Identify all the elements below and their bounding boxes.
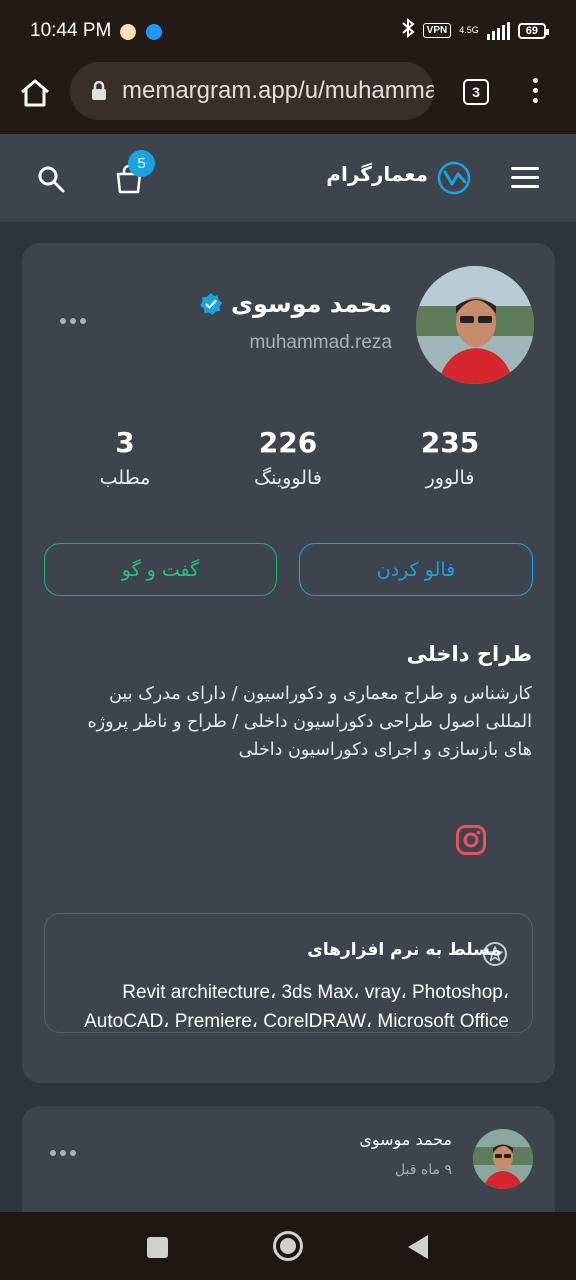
followers-count: 235 bbox=[420, 426, 480, 459]
post-author-name[interactable]: محمد موسوی bbox=[359, 1130, 452, 1149]
posts-label: مطلب bbox=[99, 467, 151, 489]
status-indicators: VPN 4.5G 69 bbox=[401, 17, 550, 43]
followers-label: فالوور bbox=[425, 467, 475, 489]
bluetooth-icon bbox=[401, 17, 415, 43]
bio-title: طراح داخلی bbox=[406, 642, 532, 666]
following-label: فالووینگ bbox=[254, 467, 322, 489]
home-icon[interactable] bbox=[18, 76, 52, 110]
site-header: 5 معمارگرام bbox=[0, 134, 576, 222]
home-button[interactable] bbox=[273, 1231, 303, 1261]
address-bar[interactable]: memargram.app/u/muhammad.reza bbox=[70, 62, 434, 120]
search-icon[interactable] bbox=[36, 164, 66, 194]
back-button[interactable] bbox=[408, 1235, 428, 1259]
url-text: memargram.app/u/muhammad.reza bbox=[122, 77, 434, 104]
instagram-icon[interactable] bbox=[455, 824, 487, 856]
signal-icon bbox=[486, 21, 510, 40]
profile-avatar[interactable] bbox=[416, 266, 534, 384]
stat-following[interactable]: 226 فالووینگ bbox=[213, 426, 363, 489]
site-logo-text[interactable]: معمارگرام bbox=[326, 162, 428, 186]
posts-count: 3 bbox=[115, 426, 135, 459]
chat-button[interactable]: گفت و گو bbox=[44, 543, 277, 596]
battery-indicator: 69 bbox=[517, 22, 550, 39]
post-timestamp: ۹ ماه قبل bbox=[394, 1162, 452, 1178]
browser-menu-icon[interactable] bbox=[527, 78, 543, 106]
system-nav-bar bbox=[0, 1212, 576, 1280]
vpn-badge: VPN bbox=[422, 23, 452, 38]
tab-switcher-button[interactable]: 3 bbox=[463, 79, 489, 105]
profile-username: muhammad.reza bbox=[249, 332, 392, 353]
browser-toolbar: memargram.app/u/muhammad.reza 3 bbox=[0, 62, 576, 134]
follow-button[interactable]: فالو کردن bbox=[299, 543, 533, 596]
profile-name-row: محمد موسوی bbox=[199, 290, 392, 318]
bio-text: کارشناس و طراح معماری و دکوراسیون / دارا… bbox=[87, 684, 532, 760]
post-more-icon[interactable] bbox=[50, 1150, 80, 1160]
verified-badge-icon bbox=[199, 292, 223, 316]
profile-name: محمد موسوی bbox=[230, 290, 392, 318]
status-bar: 10:44 PM VPN 4.5G 69 bbox=[0, 0, 576, 62]
lock-icon bbox=[90, 80, 108, 101]
post-author-avatar[interactable] bbox=[473, 1129, 533, 1189]
stat-followers[interactable]: 235 فالوور bbox=[375, 426, 525, 489]
profile-more-icon[interactable] bbox=[60, 318, 90, 330]
notification-icon bbox=[120, 24, 136, 40]
skills-list: Revit architecture، 3ds Max، vray، Photo… bbox=[84, 982, 509, 1032]
call-icon bbox=[146, 24, 162, 40]
cart-count-badge: 5 bbox=[128, 150, 155, 177]
skills-title: مسلط به نرم افزارهای bbox=[307, 940, 501, 960]
site-logo-icon[interactable] bbox=[436, 160, 472, 196]
network-type: 4.5G bbox=[459, 25, 479, 35]
following-count: 226 bbox=[258, 426, 318, 459]
menu-icon[interactable] bbox=[511, 167, 539, 189]
stat-posts[interactable]: 3 مطلب bbox=[50, 426, 200, 489]
recents-button[interactable] bbox=[147, 1237, 168, 1258]
status-time: 10:44 PM bbox=[30, 20, 112, 41]
